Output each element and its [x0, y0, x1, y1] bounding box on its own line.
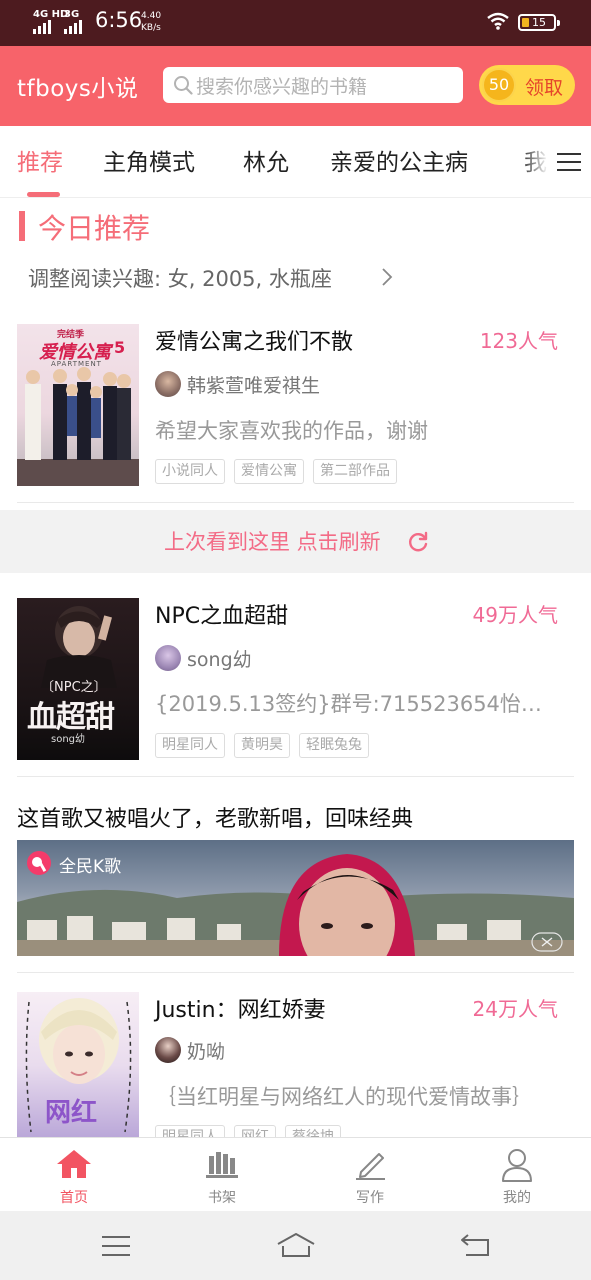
avatar — [155, 1037, 181, 1063]
book-tags: 明星同人 黄明昊 轻眠兔兔 — [155, 733, 369, 758]
app-header: tfboys小说 搜索你感兴趣的书籍 50 领取 — [0, 46, 591, 126]
nav-profile[interactable]: 我的 — [467, 1138, 567, 1212]
speed-unit: KB/s — [141, 23, 161, 33]
network-speed: 4.40 KB/s — [141, 10, 161, 34]
nav-home[interactable]: 首页 — [24, 1138, 124, 1212]
claim-label: 领取 — [525, 77, 564, 99]
book-title: NPC之血超甜 — [155, 604, 289, 629]
signal-icon — [33, 20, 51, 34]
tag[interactable]: 第二部作品 — [313, 459, 397, 484]
cover-brand: APARTMENT — [51, 360, 102, 368]
nav-label: 我的 — [503, 1190, 531, 1206]
tag[interactable]: 小说同人 — [155, 459, 225, 484]
refresh-icon — [409, 531, 428, 552]
home-icon — [57, 1150, 91, 1178]
ad-brand: 全民K歌 — [59, 857, 122, 877]
tag[interactable]: 轻眠兔兔 — [299, 733, 369, 758]
pen-icon — [356, 1153, 385, 1180]
book-popularity: 49万人气 — [472, 603, 558, 627]
chevron-right-icon — [382, 268, 393, 286]
refresh-bar[interactable]: 上次看到这里 点击刷新 — [0, 510, 591, 573]
divider — [17, 972, 574, 973]
book-tags: 小说同人 爱情公寓 第二部作品 — [155, 459, 397, 484]
refresh-text: 上次看到这里 点击刷新 — [164, 530, 381, 554]
tab-recommend[interactable]: 推荐 — [17, 143, 63, 177]
nav-label: 书架 — [208, 1190, 236, 1206]
claim-coins-button[interactable]: 50 领取 — [479, 65, 575, 105]
search-icon — [174, 76, 193, 95]
cover-author: song幼 — [51, 734, 86, 745]
cover-number: 5 — [114, 338, 126, 357]
menu-icon[interactable] — [556, 152, 582, 172]
tab-protagonist-mode[interactable]: 主角模式 — [103, 143, 195, 177]
wifi-icon — [487, 12, 509, 30]
book-title: 爱情公寓之我们不散 — [155, 330, 354, 355]
menu-key-icon[interactable] — [101, 1235, 131, 1257]
ad-title[interactable]: 这首歌又被唱火了，老歌新唱，回味经典 — [17, 801, 413, 833]
book-cover: 完结季 爱情公寓 5 APARTMENT — [17, 324, 139, 486]
category-tabs: 推荐 主角模式 林允 亲爱的公主病 我 — [0, 126, 591, 198]
clock: 6:56 — [95, 8, 143, 32]
network-label-2: 3G — [64, 9, 80, 20]
speed-value: 4.40 — [141, 11, 162, 21]
avatar — [155, 645, 181, 671]
signal-icon-2 — [64, 20, 82, 34]
ad-banner-image[interactable]: 全民K歌 — [17, 840, 574, 956]
tab-dear-princess[interactable]: 亲爱的公主病 — [330, 143, 468, 177]
bookshelf-icon — [206, 1152, 238, 1178]
system-navigation-bar — [0, 1211, 591, 1280]
app-title: tfboys小说 — [17, 76, 139, 102]
home-key-icon[interactable] — [276, 1232, 316, 1258]
divider — [17, 776, 574, 777]
active-tab-indicator — [27, 192, 60, 197]
section-accent-bar — [19, 211, 25, 241]
tag[interactable]: 爱情公寓 — [234, 459, 304, 484]
search-input[interactable]: 搜索你感兴趣的书籍 — [163, 67, 463, 103]
person-icon — [502, 1149, 532, 1182]
book-author: 奶呦 — [187, 1041, 226, 1063]
book-popularity: 24万人气 — [472, 997, 558, 1021]
book-description: {2019.5.13签约}群号:715523654怡红院(一群)71604879… — [155, 692, 560, 716]
search-placeholder: 搜索你感兴趣的书籍 — [196, 76, 368, 98]
reading-preferences-link[interactable]: 调整阅读兴趣: 女, 2005, 水瓶座 — [28, 263, 332, 293]
book-description: ｛当红明星与网络红人的现代爱情故事｝ — [155, 1085, 533, 1109]
tag[interactable]: 黄明昊 — [234, 733, 290, 758]
back-key-icon[interactable] — [460, 1233, 492, 1257]
ksong-logo-icon — [27, 851, 51, 875]
status-bar: 4G HD 3G 6:56 4.40 KB/s 15 — [0, 0, 591, 46]
avatar — [155, 371, 181, 397]
battery-icon: 15 — [518, 14, 560, 31]
tag[interactable]: 明星同人 — [155, 733, 225, 758]
coin-icon: 50 — [482, 68, 516, 102]
nav-write[interactable]: 写作 — [320, 1138, 420, 1212]
book-description: 希望大家喜欢我的作品，谢谢 — [155, 419, 428, 443]
nav-bookshelf[interactable]: 书架 — [172, 1138, 272, 1212]
book-author: song幼 — [187, 649, 252, 671]
nav-label: 写作 — [356, 1190, 384, 1206]
close-icon[interactable] — [531, 932, 563, 952]
book-title: Justin：网红娇妻 — [155, 998, 326, 1023]
book-cover: 网红 — [17, 992, 139, 1139]
tab-lin-yun[interactable]: 林允 — [243, 143, 289, 177]
section-title: 今日推荐 — [38, 212, 151, 245]
book-cover: 〔NPC之〕 血超甜 song幼 — [17, 598, 139, 760]
book-author: 韩紫萱唯爱祺生 — [187, 375, 321, 397]
bottom-navigation: 首页 书架 写作 我的 — [0, 1137, 591, 1211]
divider — [17, 502, 574, 503]
cover-title: 网红 — [45, 1098, 98, 1128]
nav-label: 首页 — [60, 1190, 88, 1206]
book-popularity: 123人气 — [479, 329, 558, 353]
battery-level: 15 — [532, 16, 546, 29]
